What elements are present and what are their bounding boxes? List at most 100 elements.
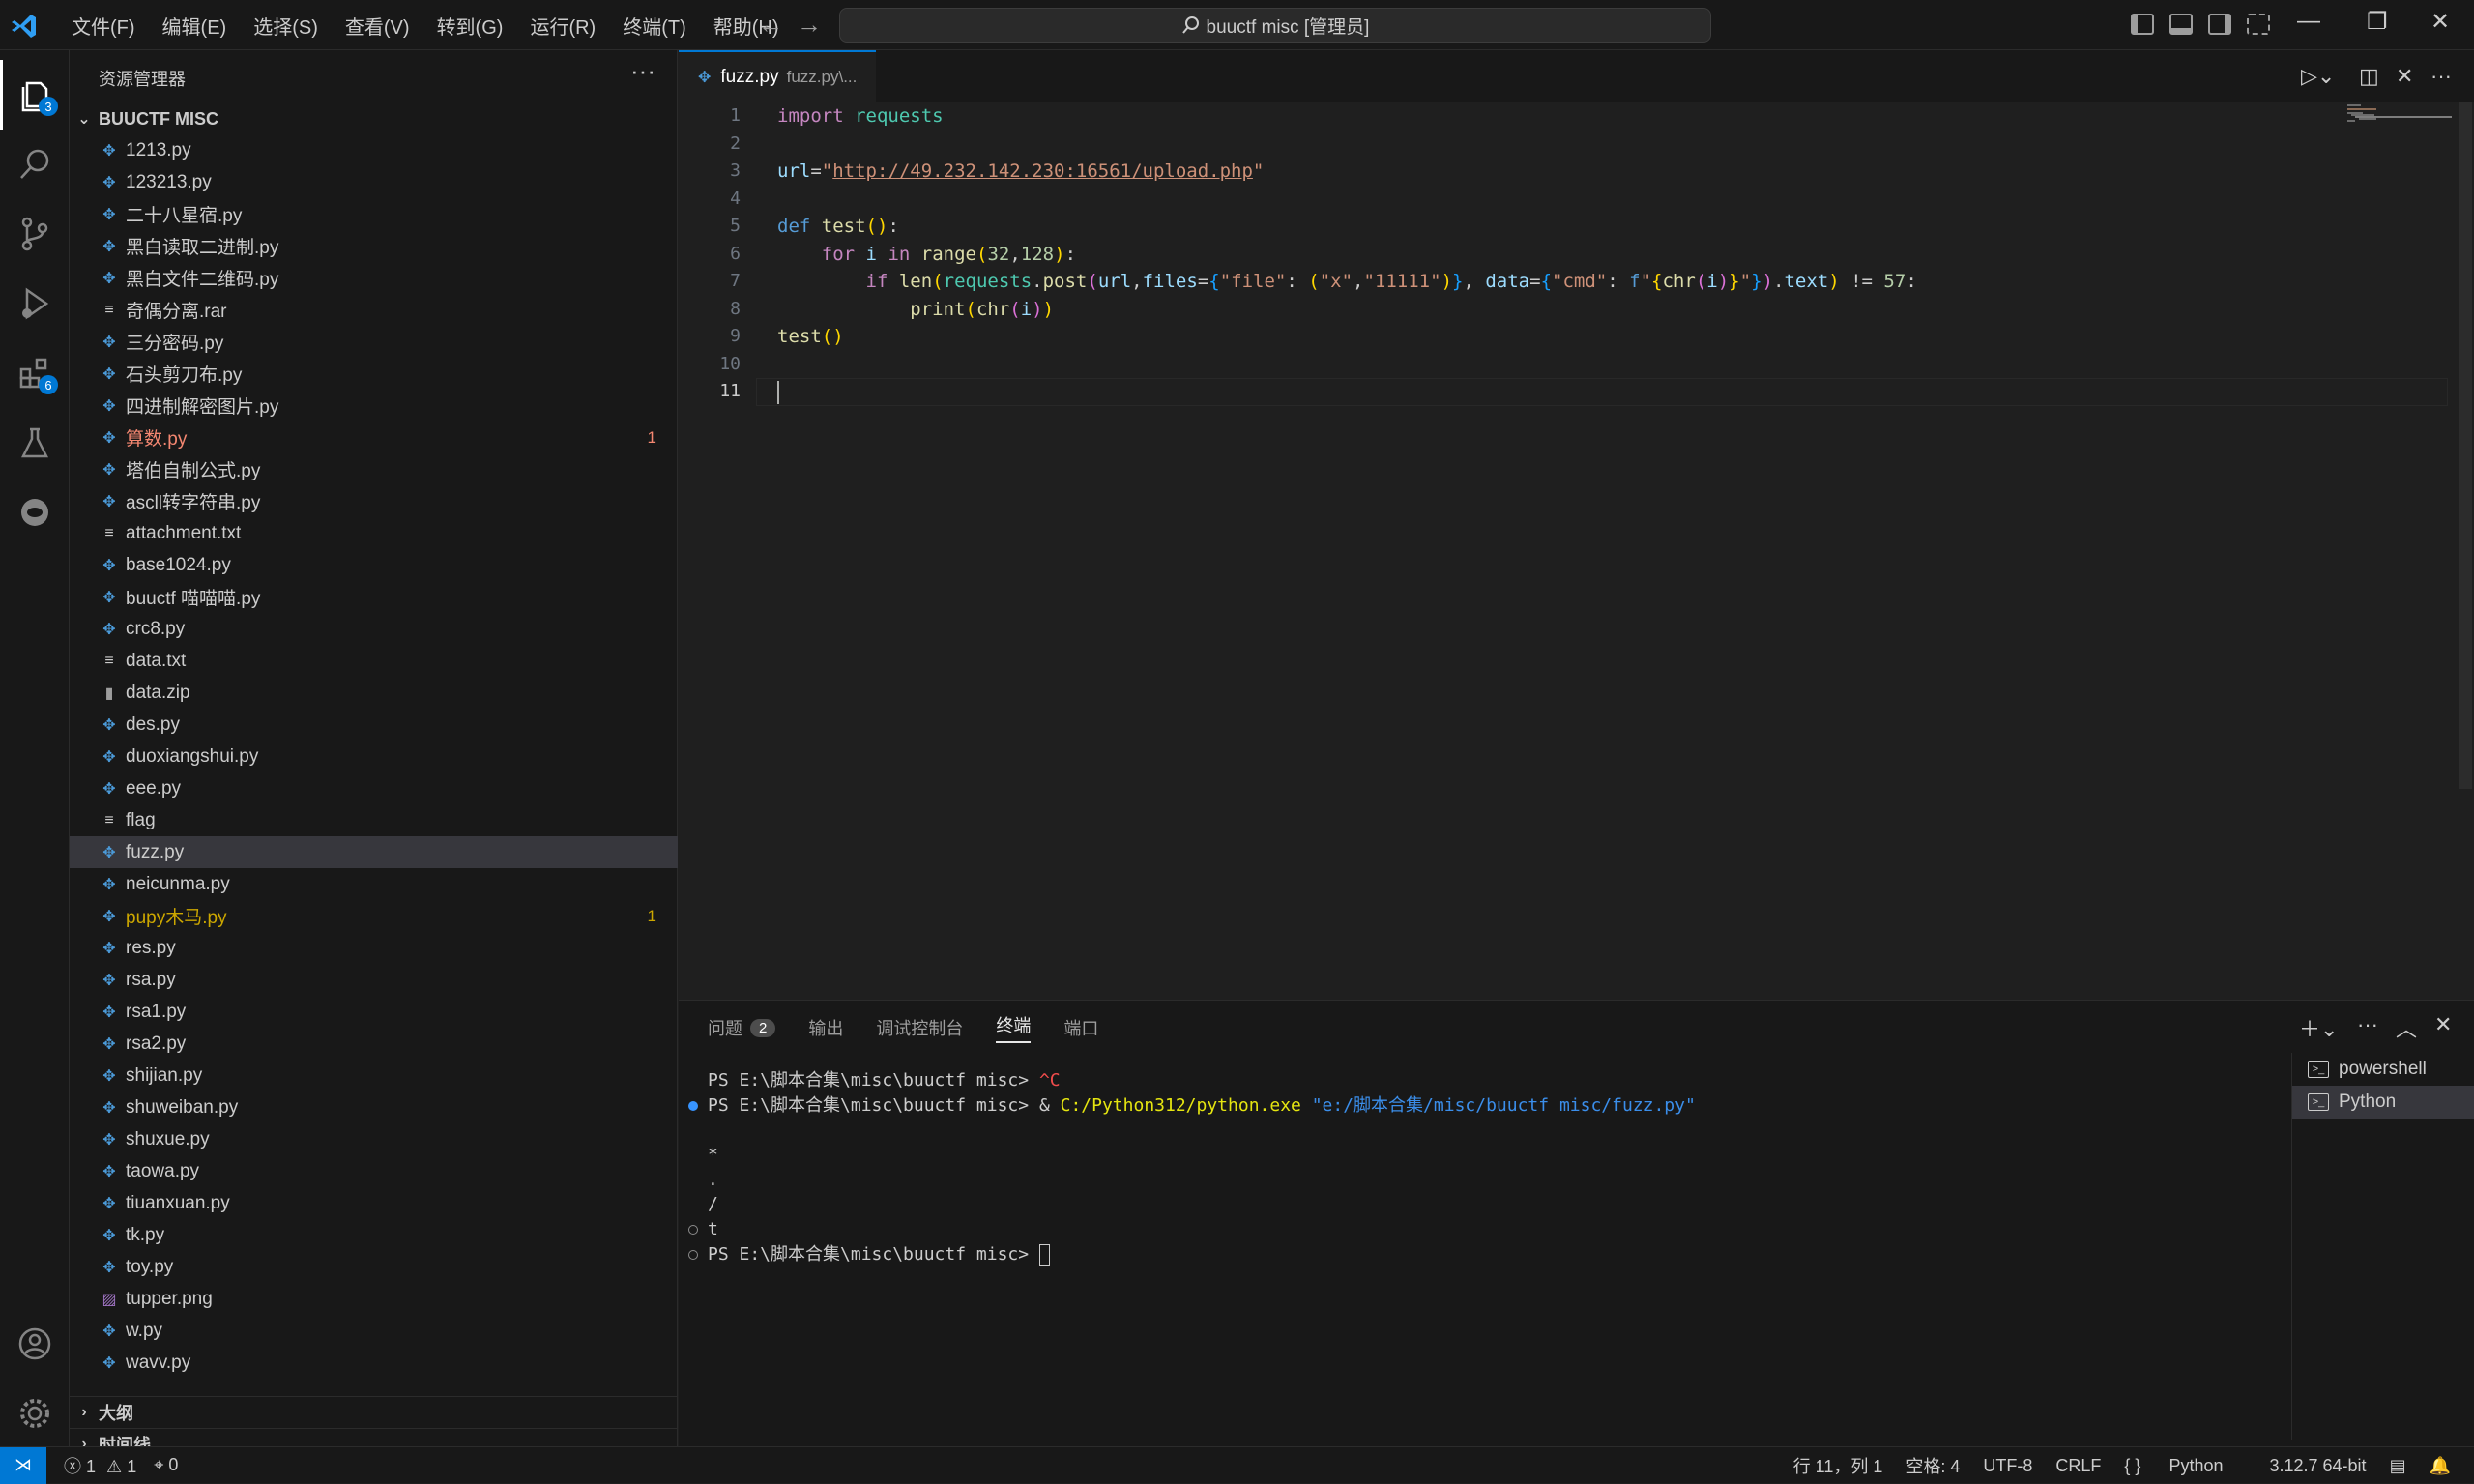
file-item[interactable]: ✥ tiuanxuan.py (70, 1187, 678, 1219)
close-editors-icon[interactable]: ✕ (2396, 64, 2413, 89)
file-item[interactable]: ≡ 奇偶分离.rar (70, 294, 678, 326)
file-item[interactable]: ▮ data.zip (70, 677, 678, 709)
problems-status[interactable]: ⓧ 1 ⚠ 1 (64, 1453, 136, 1478)
outline-section[interactable]: › 大纲 (70, 1396, 678, 1428)
toggle-primary-sidebar-icon[interactable] (2131, 14, 2154, 35)
source-control-activity[interactable] (0, 199, 70, 269)
language-mode[interactable]: { } Python (2124, 1456, 2246, 1476)
new-terminal-icon[interactable]: ＋⌄ (2299, 1012, 2338, 1043)
file-item[interactable]: ✥ tk.py (70, 1219, 678, 1251)
tab-problems[interactable]: 问题 2 (708, 1015, 776, 1040)
close-panel-icon[interactable]: ✕ (2434, 1012, 2452, 1037)
file-item[interactable]: ✥ w.py (70, 1315, 678, 1347)
command-decoration-icon[interactable] (688, 1249, 698, 1260)
tab-output[interactable]: 输出 (808, 1015, 843, 1040)
indentation[interactable]: 空格: 4 (1906, 1453, 1960, 1478)
command-decoration-icon[interactable] (688, 1100, 698, 1111)
file-item[interactable]: ≡ attachment.txt (70, 517, 678, 549)
minimize-icon[interactable]: — (2297, 8, 2320, 35)
workspace-folder-header[interactable]: ⌄ BUUCTF MISC (70, 102, 678, 135)
tab-fuzz-py[interactable]: ✥ fuzz.py fuzz.py\... (679, 50, 877, 102)
command-decoration-icon[interactable] (688, 1225, 698, 1236)
file-item[interactable]: ✥ rsa1.py (70, 996, 678, 1028)
file-item[interactable]: ✥ base1024.py (70, 549, 678, 581)
file-item[interactable]: ✥ 石头剪刀布.py (70, 358, 678, 390)
end-of-line[interactable]: CRLF (2055, 1456, 2101, 1476)
file-item[interactable]: ✥ ascll转字符串.py (70, 485, 678, 517)
file-item[interactable]: ✥ rsa.py (70, 964, 678, 996)
file-item[interactable]: ✥ 1213.py (70, 134, 678, 166)
menu-go[interactable]: 转到(G) (423, 12, 517, 40)
file-item[interactable]: ✥ 三分密码.py (70, 326, 678, 358)
minimap[interactable] (2347, 102, 2454, 131)
terminal-output[interactable]: PS E:\脚本合集\misc\buuctf misc> ^C PS E:\脚本… (688, 1068, 2293, 1267)
file-item[interactable]: ✥ 黑白文件二维码.py (70, 262, 678, 294)
tab-terminal[interactable]: 终端 (996, 1012, 1032, 1043)
terminal-instance-powershell[interactable]: >_ powershell (2292, 1053, 2474, 1086)
file-item[interactable]: ✥ 算数.py 1 (70, 422, 678, 453)
manage-activity[interactable] (0, 1379, 70, 1448)
file-item[interactable]: ✥ crc8.py (70, 613, 678, 645)
file-item[interactable]: ✥ 123213.py (70, 166, 678, 198)
accounts-activity[interactable] (0, 1309, 70, 1379)
file-item[interactable]: ✥ buuctf 喵喵喵.py (70, 581, 678, 613)
terminal-instance-python[interactable]: >_ Python (2292, 1086, 2474, 1119)
remote-indicator[interactable]: ⋊ (0, 1446, 46, 1484)
explorer-activity[interactable]: 3 (0, 60, 70, 130)
encoding[interactable]: UTF-8 (1983, 1456, 2032, 1476)
back-arrow-icon[interactable]: ← (758, 10, 783, 40)
file-item[interactable]: ✥ 塔伯自制公式.py (70, 453, 678, 485)
menu-run[interactable]: 运行(R) (516, 12, 609, 40)
tab-ports[interactable]: 端口 (1063, 1015, 1098, 1040)
file-item[interactable]: ≡ data.txt (70, 645, 678, 677)
file-item[interactable]: ✥ shijian.py (70, 1060, 678, 1091)
more-actions-icon[interactable]: ··· (2430, 64, 2452, 89)
ports-status[interactable]: ⌖ 0 (154, 1455, 178, 1475)
forward-arrow-icon[interactable]: → (797, 10, 822, 40)
file-item[interactable]: ▨ tupper.png (70, 1283, 678, 1315)
file-item[interactable]: ✥ 二十八星宿.py (70, 198, 678, 230)
split-editor-icon[interactable]: ◫ (2359, 64, 2379, 89)
file-item[interactable]: ✥ rsa2.py (70, 1028, 678, 1060)
file-item[interactable]: ✥ 四进制解密图片.py (70, 390, 678, 422)
menu-terminal[interactable]: 终端(T) (609, 12, 700, 40)
search-activity[interactable] (0, 130, 70, 199)
toggle-panel-icon[interactable] (2169, 14, 2193, 35)
file-item[interactable]: ✥ toy.py (70, 1251, 678, 1283)
customize-layout-icon[interactable] (2247, 14, 2270, 35)
run-python-file-icon[interactable]: ▷⌄ (2301, 64, 2335, 89)
file-item[interactable]: ✥ des.py (70, 709, 678, 741)
file-item[interactable]: ✥ eee.py (70, 772, 678, 804)
file-item[interactable]: ✥ shuweiban.py (70, 1091, 678, 1123)
cursor-position[interactable]: 行 11，列 1 (1793, 1453, 1883, 1478)
editor-scrollbar[interactable] (2459, 102, 2472, 789)
menu-file[interactable]: 文件(F) (58, 12, 149, 40)
python-interpreter[interactable]: 3.12.7 64-bit (2269, 1456, 2366, 1476)
code-editor[interactable]: 1 2 3 4 5 6 7 8 9 10 11 import requests … (679, 102, 2474, 1000)
file-item[interactable]: ✥ neicunma.py (70, 868, 678, 900)
close-window-icon[interactable]: ✕ (2430, 8, 2450, 36)
layout-icon[interactable]: ▤ (2390, 1456, 2406, 1476)
menu-view[interactable]: 查看(V) (332, 12, 423, 40)
more-actions-icon[interactable]: ··· (2357, 1012, 2378, 1037)
restore-icon[interactable]: ❐ (2367, 8, 2388, 36)
run-debug-activity[interactable] (0, 269, 70, 338)
command-center-search[interactable]: buuctf misc [管理员] (839, 8, 1711, 43)
file-item[interactable]: ✥ pupy木马.py 1 (70, 900, 678, 932)
file-item[interactable]: ✥ taowa.py (70, 1155, 678, 1187)
file-item[interactable]: ✥ fuzz.py (70, 836, 678, 868)
file-item[interactable]: ≡ flag (70, 804, 678, 836)
file-item[interactable]: ✥ shuxue.py (70, 1123, 678, 1155)
file-item[interactable]: ✥ 黑白读取二进制.py (70, 230, 678, 262)
notifications-bell-icon[interactable]: 🔔 (2430, 1456, 2451, 1476)
extensions-activity[interactable]: 6 (0, 338, 70, 408)
remote-explorer-activity[interactable] (0, 478, 70, 547)
file-item[interactable]: ✥ duoxiangshui.py (70, 741, 678, 772)
menu-selection[interactable]: 选择(S) (240, 12, 332, 40)
menu-edit[interactable]: 编辑(E) (149, 12, 241, 40)
toggle-secondary-sidebar-icon[interactable] (2208, 14, 2231, 35)
file-item[interactable]: ✥ res.py (70, 932, 678, 964)
testing-activity[interactable] (0, 408, 70, 478)
more-actions-icon[interactable]: ··· (630, 56, 655, 86)
maximize-panel-icon[interactable]: ︿ (2396, 1012, 2417, 1043)
